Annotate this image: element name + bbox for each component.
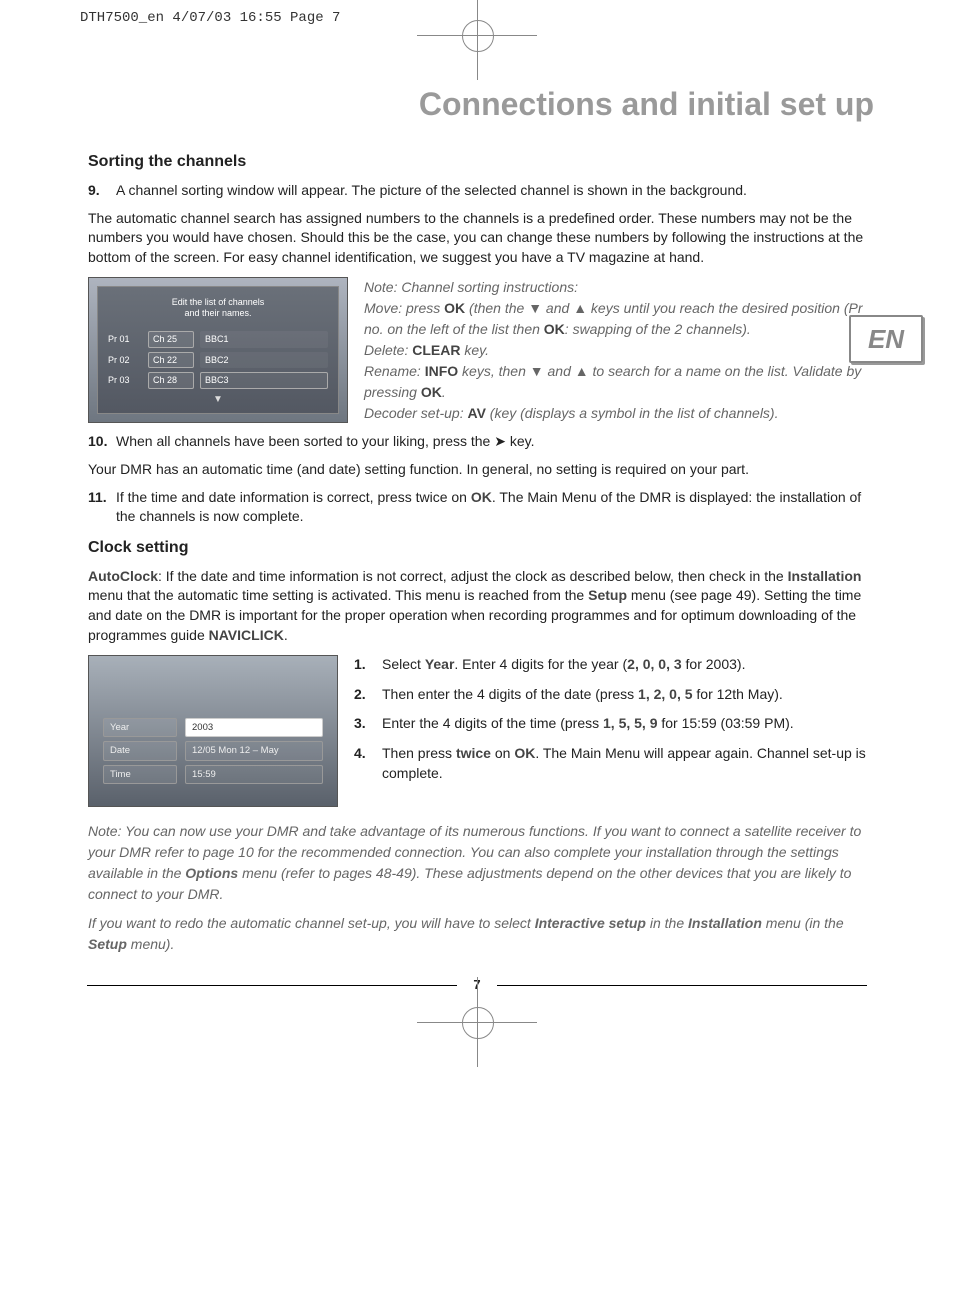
clock-content: AutoClock: If the date and time informat… bbox=[80, 567, 874, 955]
clock-intro: AutoClock: If the date and time informat… bbox=[88, 567, 874, 645]
channel-pr: Pr 03 bbox=[108, 374, 142, 387]
note-delete: Delete: CLEAR key. bbox=[364, 340, 874, 361]
clock-value-time: 15:59 bbox=[185, 765, 323, 784]
footer-note-1: Note: You can now use your DMR and take … bbox=[88, 821, 874, 905]
clock-row: Year 2003 bbox=[99, 716, 327, 739]
clock-step-4: Then press twice on OK. The Main Menu wi… bbox=[382, 744, 874, 783]
clock-step-1-num: 1. bbox=[354, 655, 382, 675]
channel-name: BBC3 bbox=[200, 372, 328, 389]
down-arrow-icon: ▼ bbox=[104, 393, 332, 407]
sorting-para-2: Your DMR has an automatic time (and date… bbox=[88, 460, 874, 480]
page-title: Connections and initial set up bbox=[80, 86, 874, 123]
channel-name: BBC1 bbox=[200, 331, 328, 348]
clock-step-3: Enter the 4 digits of the time (press 1,… bbox=[382, 714, 874, 734]
note-title: Note: Channel sorting instructions: bbox=[364, 277, 874, 298]
up-arrow-icon: ▲ bbox=[573, 298, 587, 319]
crop-mark-bottom bbox=[447, 992, 507, 1052]
clock-step-4-num: 4. bbox=[354, 744, 382, 783]
page: DTH7500_en 4/07/03 16:55 Page 7 Connecti… bbox=[0, 0, 954, 1032]
lang-tab-label: EN bbox=[868, 324, 904, 355]
section-clock: Clock setting bbox=[80, 539, 874, 557]
note-rename: Rename: INFO keys, then ▼ and ▲ to searc… bbox=[364, 361, 874, 403]
clock-value-year: 2003 bbox=[185, 718, 323, 737]
clock-label-time: Time bbox=[103, 765, 177, 784]
step-10: 10. When all channels have been sorted t… bbox=[88, 432, 874, 452]
channel-ch: Ch 22 bbox=[148, 352, 194, 369]
note-move: Move: press OK (then the ▼ and ▲ keys un… bbox=[364, 298, 874, 340]
note-decoder: Decoder set-up: AV (key (displays a symb… bbox=[364, 403, 874, 424]
channel-ch: Ch 25 bbox=[148, 331, 194, 348]
channel-name: BBC2 bbox=[200, 352, 328, 369]
channel-list-screenshot: Edit the list of channels and their name… bbox=[88, 277, 348, 422]
right-arrow-icon: ➤ bbox=[494, 432, 506, 452]
step-9-text: A channel sorting window will appear. Th… bbox=[116, 181, 874, 201]
step-11: 11. If the time and date information is … bbox=[88, 488, 874, 527]
step-9-num: 9. bbox=[88, 181, 116, 201]
section-sorting: Sorting the channels bbox=[80, 153, 874, 171]
channel-ch: Ch 28 bbox=[148, 372, 194, 389]
clock-label-date: Date bbox=[103, 741, 177, 760]
clock-row: Date 12/05 Mon 12 – May bbox=[99, 739, 327, 762]
clock-row: Time 15:59 bbox=[99, 763, 327, 786]
clock-value-date: 12/05 Mon 12 – May bbox=[185, 741, 323, 760]
channel-row: Pr 02 Ch 22 BBC2 bbox=[104, 350, 332, 371]
sorting-content: 9. A channel sorting window will appear.… bbox=[80, 181, 874, 527]
clock-steps: 1. Select Year. Enter 4 digits for the y… bbox=[354, 655, 874, 793]
footer-note-2: If you want to redo the automatic channe… bbox=[88, 913, 874, 955]
sorting-para-1: The automatic channel search has assigne… bbox=[88, 209, 874, 268]
down-arrow-icon: ▼ bbox=[530, 361, 544, 382]
channel-list-caption: Edit the list of channels and their name… bbox=[104, 293, 332, 329]
clock-step-2: Then enter the 4 digits of the date (pre… bbox=[382, 685, 874, 705]
clock-step-1: Select Year. Enter 4 digits for the year… bbox=[382, 655, 874, 675]
channel-pr: Pr 01 bbox=[108, 333, 142, 346]
clock-label-year: Year bbox=[103, 718, 177, 737]
channel-pr: Pr 02 bbox=[108, 354, 142, 367]
channel-sorting-note: Note: Channel sorting instructions: Move… bbox=[364, 277, 874, 424]
lang-tab: EN bbox=[849, 315, 924, 365]
channel-row: Pr 03 Ch 28 BBC3 bbox=[104, 370, 332, 391]
crop-mark-top bbox=[447, 5, 507, 65]
up-arrow-icon: ▲ bbox=[575, 361, 589, 382]
down-arrow-icon: ▼ bbox=[528, 298, 542, 319]
clock-screenshot: Year 2003 Date 12/05 Mon 12 – May Time 1… bbox=[88, 655, 338, 807]
clock-step-3-num: 3. bbox=[354, 714, 382, 734]
clock-step-2-num: 2. bbox=[354, 685, 382, 705]
channel-row: Pr 01 Ch 25 BBC1 bbox=[104, 329, 332, 350]
